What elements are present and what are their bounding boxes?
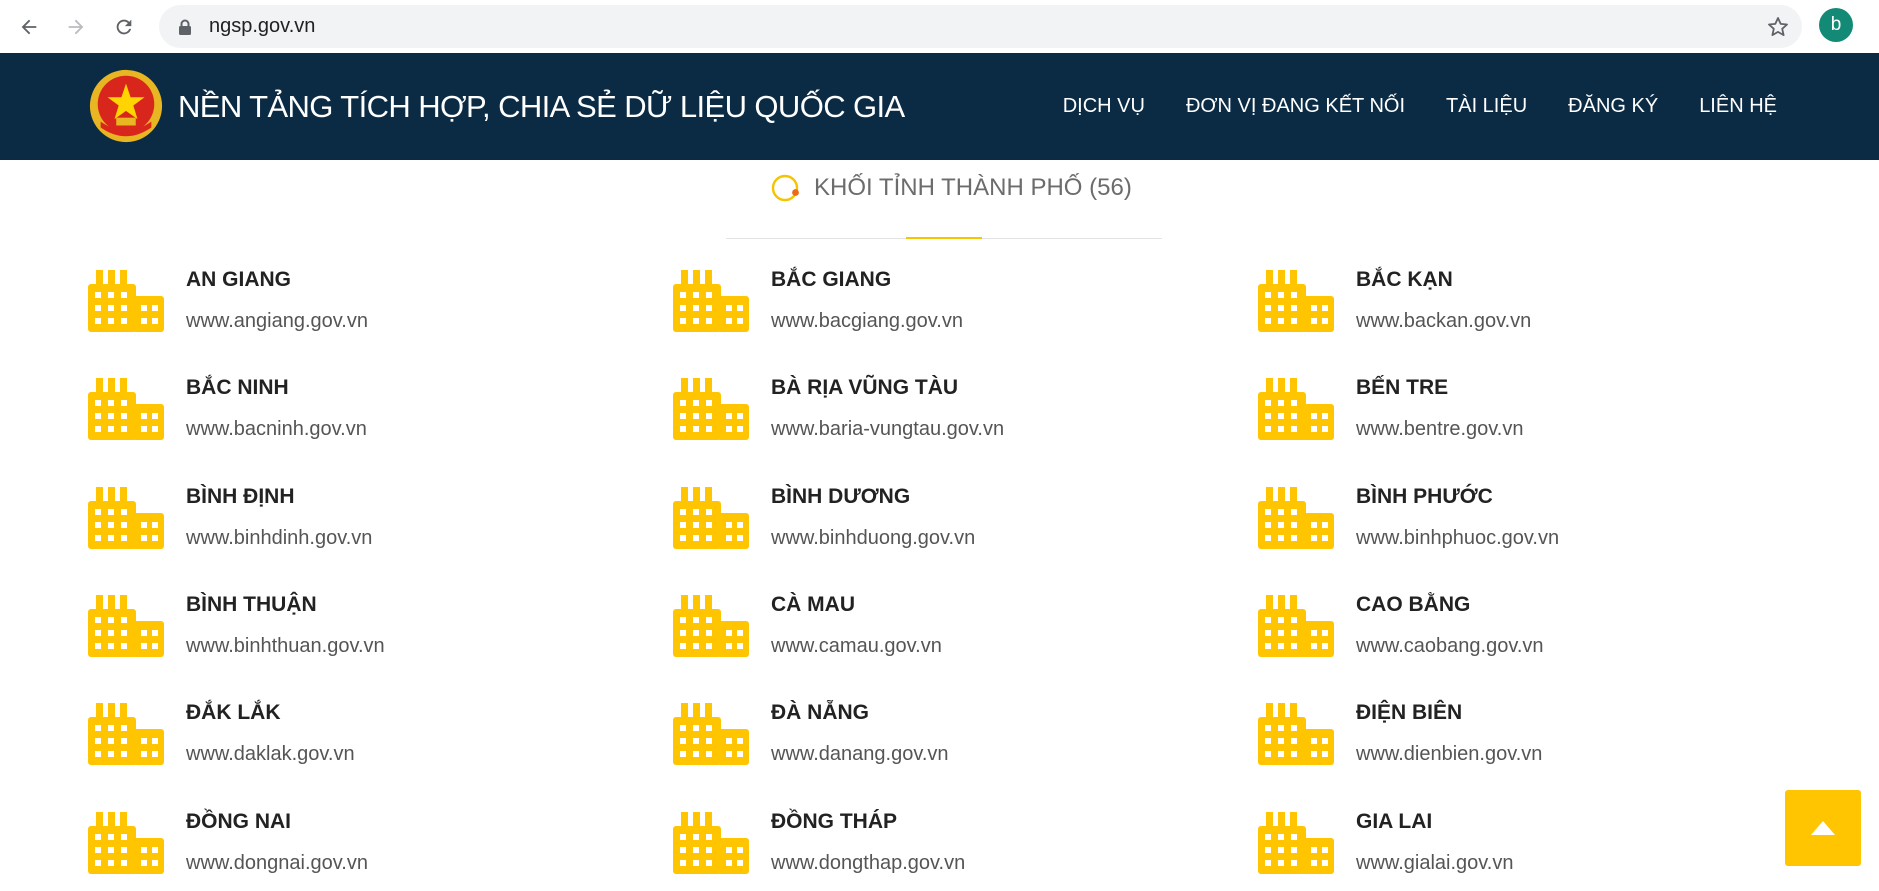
profile-avatar[interactable]: b <box>1819 8 1853 42</box>
forward-arrow-icon <box>68 19 84 35</box>
building-icon <box>88 487 164 549</box>
province-name[interactable]: BẮC NINH <box>186 376 289 400</box>
province-name[interactable]: ĐIỆN BIÊN <box>1356 701 1462 725</box>
bookmark-star-icon[interactable] <box>1766 15 1790 39</box>
province-name[interactable]: ĐỒNG NAI <box>186 810 291 834</box>
building-icon <box>673 812 749 874</box>
province-name[interactable]: ĐÀ NẴNG <box>771 701 869 725</box>
province-website[interactable]: www.bacgiang.gov.vn <box>771 310 963 333</box>
province-name[interactable]: BẮC GIANG <box>771 268 891 292</box>
province-name[interactable]: ĐỒNG THÁP <box>771 810 897 834</box>
province-name[interactable]: BÌNH DƯƠNG <box>771 485 910 509</box>
building-icon <box>673 703 749 765</box>
province-website[interactable]: www.dongnai.gov.vn <box>186 852 368 875</box>
province-website[interactable]: www.binhdinh.gov.vn <box>186 527 372 550</box>
building-icon <box>88 703 164 765</box>
province-name[interactable]: GIA LAI <box>1356 810 1432 834</box>
province-name[interactable]: AN GIANG <box>186 268 291 292</box>
province-website[interactable]: www.binhthuan.gov.vn <box>186 635 385 658</box>
province-name[interactable]: CAO BẰNG <box>1356 593 1470 617</box>
national-emblem-logo[interactable] <box>87 67 165 145</box>
section-underline <box>906 237 982 239</box>
section-title-wrap: KHỐI TỈNH THÀNH PHỐ (56) <box>770 173 1132 203</box>
province-website[interactable]: www.angiang.gov.vn <box>186 310 368 333</box>
province-website[interactable]: www.daklak.gov.vn <box>186 743 355 766</box>
back-button[interactable] <box>12 10 46 44</box>
building-icon <box>1258 703 1334 765</box>
province-website[interactable]: www.dongthap.gov.vn <box>771 852 965 875</box>
province-name[interactable]: BẾN TRE <box>1356 376 1448 400</box>
province-website[interactable]: www.caobang.gov.vn <box>1356 635 1544 658</box>
main-nav: DỊCH VỤ ĐƠN VỊ ĐANG KẾT NỐI TÀI LIỆU ĐĂN… <box>1063 53 1777 160</box>
building-icon <box>88 270 164 332</box>
section-heading: KHỐI TỈNH THÀNH PHỐ (56) <box>726 160 1162 239</box>
province-name[interactable]: BÀ RỊA VŨNG TÀU <box>771 376 958 400</box>
province-website[interactable]: www.danang.gov.vn <box>771 743 949 766</box>
nav-don-vi-dang-ket-noi[interactable]: ĐƠN VỊ ĐANG KẾT NỐI <box>1186 95 1405 118</box>
province-website[interactable]: www.backan.gov.vn <box>1356 310 1531 333</box>
forward-button[interactable] <box>59 10 93 44</box>
building-icon <box>1258 812 1334 874</box>
url-text: ngsp.gov.vn <box>209 15 316 37</box>
nav-dang-ky[interactable]: ĐĂNG KÝ <box>1568 95 1658 118</box>
province-name[interactable]: ĐẮK LẮK <box>186 701 281 725</box>
spinner-icon <box>771 174 799 202</box>
province-name[interactable]: BÌNH ĐỊNH <box>186 485 295 509</box>
province-name[interactable]: BÌNH THUẬN <box>186 593 317 617</box>
arrow-up-icon <box>1811 821 1835 835</box>
building-icon <box>88 378 164 440</box>
building-icon <box>88 812 164 874</box>
building-icon <box>673 378 749 440</box>
building-icon <box>1258 487 1334 549</box>
province-website[interactable]: www.binhduong.gov.vn <box>771 527 975 550</box>
nav-lien-he[interactable]: LIÊN HỆ <box>1699 95 1777 118</box>
province-website[interactable]: www.bacninh.gov.vn <box>186 418 367 441</box>
building-icon <box>1258 595 1334 657</box>
nav-dich-vu[interactable]: DỊCH VỤ <box>1063 95 1145 118</box>
building-icon <box>673 487 749 549</box>
province-website[interactable]: www.binhphuoc.gov.vn <box>1356 527 1559 550</box>
province-website[interactable]: www.camau.gov.vn <box>771 635 942 658</box>
lock-icon <box>179 19 191 35</box>
section-title: KHỐI TỈNH THÀNH PHỐ (56) <box>814 174 1132 201</box>
province-website[interactable]: www.bentre.gov.vn <box>1356 418 1524 441</box>
province-name[interactable]: BÌNH PHƯỚC <box>1356 485 1493 509</box>
site-header: NỀN TẢNG TÍCH HỢP, CHIA SẺ DỮ LIỆU QUỐC … <box>0 53 1879 160</box>
province-website[interactable]: www.gialai.gov.vn <box>1356 852 1513 875</box>
scroll-to-top-button[interactable] <box>1785 790 1861 866</box>
building-icon <box>673 270 749 332</box>
building-icon <box>673 595 749 657</box>
address-bar[interactable]: ngsp.gov.vn <box>159 5 1802 48</box>
site-title[interactable]: NỀN TẢNG TÍCH HỢP, CHIA SẺ DỮ LIỆU QUỐC … <box>178 53 905 160</box>
building-icon <box>1258 270 1334 332</box>
reload-icon <box>116 19 132 35</box>
province-website[interactable]: www.baria-vungtau.gov.vn <box>771 418 1004 441</box>
building-icon <box>1258 378 1334 440</box>
province-website[interactable]: www.dienbien.gov.vn <box>1356 743 1542 766</box>
province-name[interactable]: CÀ MAU <box>771 593 855 617</box>
nav-tai-lieu[interactable]: TÀI LIỆU <box>1446 95 1527 118</box>
province-name[interactable]: BẮC KẠN <box>1356 268 1453 292</box>
building-icon <box>88 595 164 657</box>
back-arrow-icon <box>21 19 37 35</box>
reload-button[interactable] <box>107 10 141 44</box>
browser-toolbar: ngsp.gov.vn b <box>0 0 1879 53</box>
